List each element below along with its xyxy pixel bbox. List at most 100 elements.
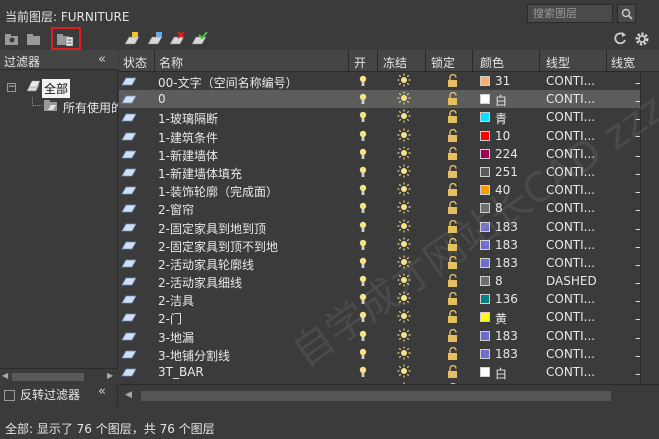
layer-unlock-icon[interactable] — [446, 219, 460, 237]
layer-unlock-icon[interactable] — [446, 292, 460, 309]
layer-status-icon[interactable] — [121, 311, 137, 325]
layer-thaw-sun-icon[interactable] — [397, 237, 411, 254]
checkbox-box[interactable] — [4, 390, 15, 401]
layer-thaw-sun-icon[interactable] — [397, 364, 411, 381]
layer-row[interactable]: 0白CONTI...—— 默 — [119, 90, 659, 109]
layer-on-bulb-icon[interactable] — [358, 274, 368, 291]
layer-row[interactable]: 3-地漏183CONTI...—— 默 — [119, 327, 659, 346]
layer-thaw-sun-icon[interactable] — [397, 255, 411, 272]
layer-color-value[interactable]: 136 — [495, 292, 518, 306]
layer-row[interactable]: 1-装饰轮廓（完成面）40CONTI...—— 默 — [119, 181, 659, 200]
layer-on-bulb-icon[interactable] — [358, 92, 368, 109]
layer-name[interactable]: 2-活动家具细线 — [158, 274, 242, 291]
layer-row[interactable]: 2-洁具136CONTI...—— 默 — [119, 290, 659, 309]
layer-row[interactable]: 2-活动家具细线8DASHED—— 默 — [119, 272, 659, 291]
layer-on-bulb-icon[interactable] — [358, 183, 368, 200]
layer-status-icon[interactable] — [121, 275, 137, 289]
refresh-icon[interactable] — [611, 30, 629, 48]
layer-name[interactable]: 1-玻璃隔断 — [158, 110, 218, 127]
layer-color-swatch[interactable] — [480, 185, 490, 196]
layer-color-value[interactable]: 251 — [495, 165, 518, 179]
layer-color-swatch[interactable] — [480, 312, 490, 323]
new-layer-icon[interactable] — [123, 30, 141, 48]
layer-linetype[interactable]: CONTI... — [546, 92, 595, 106]
layer-thaw-sun-icon[interactable] — [397, 109, 411, 126]
filter-all-node[interactable]: 全部 — [42, 79, 71, 98]
layer-thaw-sun-icon[interactable] — [397, 146, 411, 163]
col-color[interactable]: 颜色 — [480, 54, 504, 71]
layer-thaw-sun-icon[interactable] — [397, 273, 411, 290]
layer-thaw-sun-icon[interactable] — [397, 200, 411, 217]
layer-status-icon[interactable] — [121, 166, 137, 180]
layer-status-icon[interactable] — [121, 257, 137, 271]
layer-unlock-icon[interactable] — [446, 146, 460, 164]
layer-unlock-icon[interactable] — [446, 310, 460, 327]
layer-linetype[interactable]: CONTI... — [546, 110, 595, 124]
layer-color-swatch[interactable] — [480, 76, 490, 86]
collapse-filter-pane-button[interactable]: « — [98, 52, 106, 67]
layer-unlock-icon[interactable] — [446, 73, 460, 91]
layer-unlock-icon[interactable] — [446, 110, 460, 127]
layer-name[interactable]: 1-建筑条件 — [158, 129, 218, 146]
layer-row[interactable]: 3T_BAR白CONTI...—— 默 — [119, 363, 659, 382]
layer-on-bulb-icon[interactable] — [358, 165, 368, 182]
layer-status-icon[interactable] — [121, 239, 137, 253]
layer-on-bulb-icon[interactable] — [358, 110, 368, 127]
layer-status-icon[interactable] — [121, 330, 137, 344]
layer-color-value[interactable]: 8 — [495, 201, 503, 215]
layer-name[interactable]: 1-新建墙体填充 — [158, 165, 242, 182]
layer-on-bulb-icon[interactable] — [358, 129, 368, 146]
layer-status-icon[interactable] — [121, 130, 137, 144]
layer-color-value[interactable]: 183 — [495, 238, 518, 252]
layer-unlock-icon[interactable] — [446, 92, 460, 109]
layer-status-icon[interactable] — [121, 148, 137, 162]
layer-on-bulb-icon[interactable] — [358, 329, 368, 346]
col-lock[interactable]: 锁定 — [431, 54, 455, 71]
layer-status-icon[interactable] — [121, 366, 137, 380]
layer-on-bulb-icon[interactable] — [358, 147, 368, 164]
scroll-right-icon[interactable]: ▶ — [107, 371, 113, 380]
layer-row[interactable]: 1-玻璃隔断青CONTI...—— 默 — [119, 108, 659, 127]
layer-color-swatch[interactable] — [480, 112, 490, 123]
layer-thaw-sun-icon[interactable] — [397, 73, 411, 90]
layer-color-swatch[interactable] — [480, 276, 490, 287]
layer-thaw-sun-icon[interactable] — [397, 91, 411, 108]
invert-filter-checkbox[interactable]: 反转过滤器 — [4, 386, 80, 403]
layer-on-bulb-icon[interactable] — [358, 292, 368, 309]
layer-linetype[interactable]: CONTI... — [546, 238, 595, 252]
layer-color-swatch[interactable] — [480, 348, 490, 359]
layer-color-value[interactable]: 8 — [495, 274, 503, 288]
grid-horizontal-scrollbar[interactable]: ◀ — [119, 384, 659, 406]
grid-vertical-scrollbar[interactable] — [640, 72, 659, 384]
layer-linetype[interactable]: CONTI... — [546, 256, 595, 270]
layer-color-value[interactable]: 10 — [495, 129, 510, 143]
layer-unlock-icon[interactable] — [446, 164, 460, 182]
layer-color-value[interactable]: 183 — [495, 347, 518, 361]
layer-unlock-icon[interactable] — [446, 346, 460, 364]
layer-row[interactable]: 3-地铺分割线183CONTI...—— 默 — [119, 345, 659, 364]
layer-color-swatch[interactable] — [480, 367, 490, 377]
layer-on-bulb-icon[interactable] — [358, 365, 368, 382]
delete-layer-icon[interactable] — [168, 30, 186, 48]
scroll-thumb[interactable] — [12, 373, 84, 381]
layer-thaw-sun-icon[interactable] — [397, 309, 411, 326]
collapse-invert-button[interactable]: « — [98, 384, 106, 399]
layer-name[interactable]: 2-窗帘 — [158, 201, 194, 218]
layer-row[interactable]: 1-新建墙体填充251CONTI...—— 默 — [119, 163, 659, 182]
layer-color-value[interactable]: 黄 — [495, 310, 507, 327]
layer-thaw-sun-icon[interactable] — [397, 219, 411, 236]
layer-unlock-icon[interactable] — [446, 364, 460, 382]
layer-color-value[interactable]: 白 — [495, 365, 507, 382]
layer-linetype[interactable]: CONTI... — [546, 310, 595, 324]
layer-name[interactable]: 1-新建墙体 — [158, 147, 218, 164]
layer-on-bulb-icon[interactable] — [358, 256, 368, 273]
layer-linetype[interactable]: DASHED — [546, 274, 597, 288]
col-on[interactable]: 开 — [354, 54, 366, 71]
layer-name[interactable]: 2-固定家具到顶不到地 — [158, 238, 278, 255]
layer-status-icon[interactable] — [121, 293, 137, 307]
settings-gear-icon[interactable] — [633, 30, 651, 48]
layer-color-value[interactable]: 183 — [495, 256, 518, 270]
layer-on-bulb-icon[interactable] — [358, 347, 368, 364]
scroll-left-icon[interactable]: ◀ — [125, 390, 132, 400]
col-name[interactable]: 名称 — [159, 54, 183, 71]
